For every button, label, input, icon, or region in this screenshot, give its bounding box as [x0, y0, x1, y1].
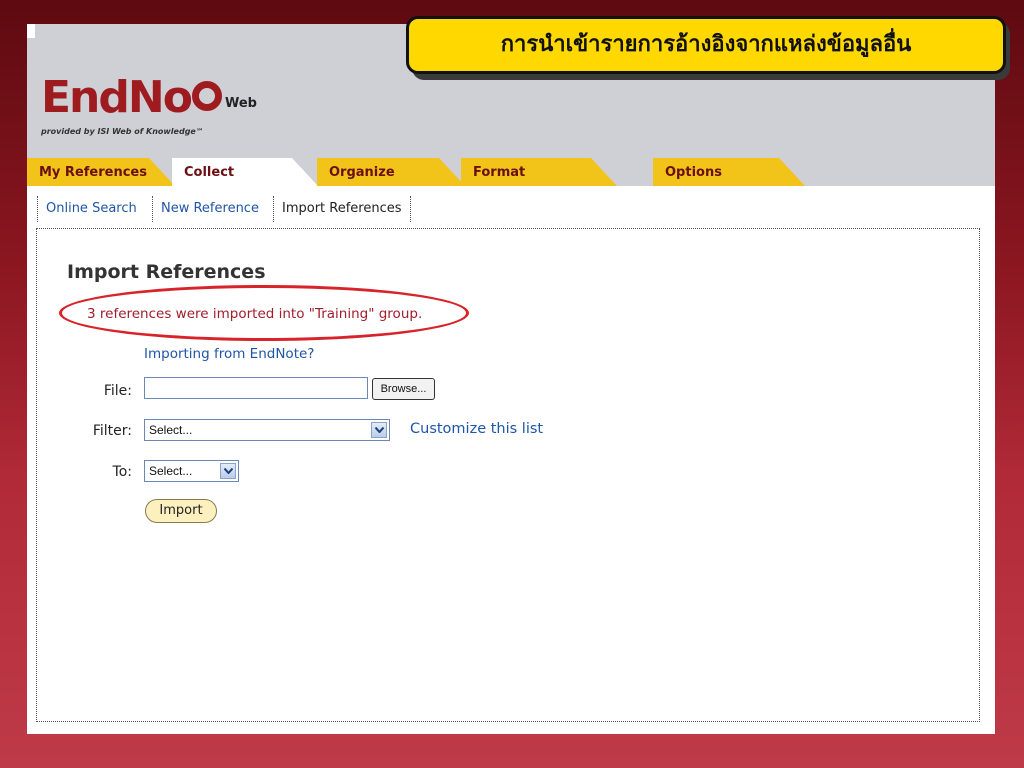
thai-title-callout: การนำเข้ารายการอ้างอิงจากแหล่งข้อมูลอื่น	[406, 16, 1006, 74]
to-select[interactable]: Select...	[144, 460, 239, 482]
chevron-down-icon[interactable]	[220, 463, 236, 479]
logo-word-text: EndNo	[41, 72, 193, 123]
import-panel: Import References 3 references were impo…	[36, 228, 980, 722]
header-corner	[27, 24, 35, 38]
subnav-import-references[interactable]: Import References	[273, 196, 411, 222]
chevron-down-icon[interactable]	[371, 422, 387, 438]
import-button[interactable]: Import	[145, 499, 217, 523]
sub-navigation: Online Search New Reference Import Refer…	[27, 186, 995, 226]
importing-from-endnote-link[interactable]: Importing from EndNote?	[144, 346, 314, 362]
browse-button[interactable]: Browse...	[372, 378, 435, 400]
subnav-online-search[interactable]: Online Search	[37, 196, 145, 222]
logo-o-ring	[191, 81, 222, 111]
file-input[interactable]	[144, 377, 368, 399]
file-label: File:	[103, 383, 132, 399]
filter-select[interactable]: Select...	[144, 419, 390, 441]
logo-web-suffix: Web	[224, 96, 257, 111]
subnav-new-reference[interactable]: New Reference	[152, 196, 267, 222]
main-tabs: My References Collect Organize Format Op…	[27, 158, 995, 186]
page-title: Import References	[67, 261, 266, 283]
filter-label: Filter:	[92, 423, 132, 439]
tab-options[interactable]: Options	[653, 158, 805, 186]
filter-select-value: Select...	[149, 423, 193, 437]
endnote-web-window: EndNo Web provided by ISI Web of Knowledg…	[27, 24, 995, 734]
tab-organize[interactable]: Organize	[317, 158, 465, 186]
logo-wordmark: EndNo Web	[41, 76, 257, 126]
tab-my-references[interactable]: My References	[27, 158, 175, 186]
logo-subtitle: provided by ISI Web of Knowledge℠	[41, 127, 205, 136]
to-select-value: Select...	[149, 464, 193, 478]
tab-format[interactable]: Format	[461, 158, 617, 186]
tab-collect[interactable]: Collect	[172, 158, 318, 186]
customize-list-link[interactable]: Customize this list	[410, 421, 543, 437]
endnote-logo: EndNo Web provided by ISI Web of Knowledg…	[41, 76, 257, 137]
to-label: To:	[112, 464, 132, 480]
highlight-ellipse	[59, 285, 469, 341]
